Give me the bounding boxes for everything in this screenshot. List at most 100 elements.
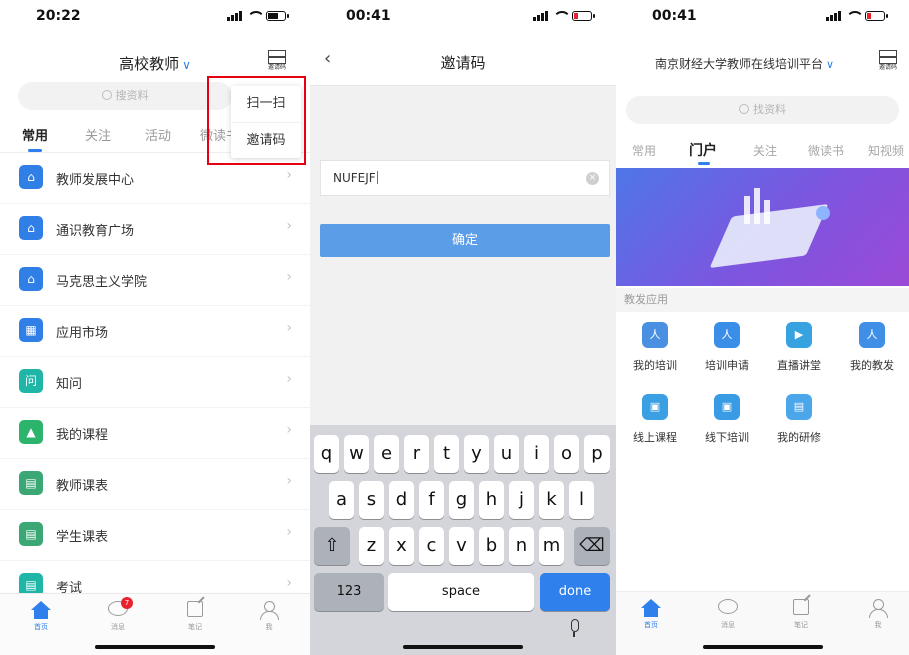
key-e[interactable]: e <box>374 435 399 473</box>
app-my-training[interactable]: 人 我的培训 <box>620 322 690 373</box>
tab-follow[interactable]: 关注 <box>85 125 111 144</box>
key-r[interactable]: r <box>404 435 429 473</box>
key-n[interactable]: n <box>509 527 534 565</box>
invite-code-button[interactable]: 邀请码 <box>266 50 288 74</box>
app-offline-training[interactable]: ▣ 线下培训 <box>692 394 762 445</box>
key-c[interactable]: c <box>419 527 444 565</box>
graduation-cap-icon: ▲ <box>19 420 43 444</box>
app-live-lecture[interactable]: ▶ 直播讲堂 <box>764 322 834 373</box>
key-h[interactable]: h <box>479 481 504 519</box>
clear-icon[interactable]: × <box>586 172 599 185</box>
page-title: 邀请码 <box>440 54 486 72</box>
key-t[interactable]: t <box>434 435 459 473</box>
tabbar-label: 我 <box>265 623 273 631</box>
key-numbers[interactable]: 123 <box>314 573 384 611</box>
scan-caption: 邀请码 <box>878 64 897 71</box>
tabbar-label: 笔记 <box>188 623 202 631</box>
key-g[interactable]: g <box>449 481 474 519</box>
chevron-down-icon: ∨ <box>825 58 835 71</box>
key-k[interactable]: k <box>539 481 564 519</box>
unit-switcher[interactable]: 南京财经大学教师在线培训平台 ∨ <box>616 55 873 72</box>
screen-icon: ▣ <box>642 394 668 420</box>
key-shift[interactable]: ⇧ <box>314 527 350 565</box>
key-m[interactable]: m <box>539 527 564 565</box>
search-placeholder: 找资料 <box>753 103 786 116</box>
invite-code-input[interactable]: NUFEJF × <box>320 160 610 196</box>
tabbar-messages[interactable]: 消息 <box>703 599 753 630</box>
app-my-development[interactable]: 人 我的教发 <box>837 322 907 373</box>
status-icons <box>533 10 595 21</box>
status-bar: 00:41 <box>310 0 616 34</box>
tab-active-indicator <box>698 162 710 165</box>
invite-code-button[interactable]: 邀请码 <box>877 50 899 72</box>
key-f[interactable]: f <box>419 481 444 519</box>
key-y[interactable]: y <box>464 435 489 473</box>
tabbar-messages[interactable]: 7 消息 <box>93 597 143 632</box>
key-space[interactable]: space <box>388 573 534 611</box>
app-my-study[interactable]: ▤ 我的研修 <box>764 394 834 445</box>
scan-icon <box>268 50 286 64</box>
key-delete[interactable]: ⌫ <box>574 527 610 565</box>
chevron-right-icon: › <box>286 218 292 234</box>
key-j[interactable]: j <box>509 481 534 519</box>
search-icon <box>739 104 749 114</box>
key-p[interactable]: p <box>584 435 610 473</box>
keyboard-row-1: q w e r t y u i o p <box>310 435 616 473</box>
tab-common[interactable]: 常用 <box>632 142 656 159</box>
list-item-label: 我的课程 <box>56 428 109 443</box>
tabbar-label: 首页 <box>34 623 48 631</box>
list-item[interactable]: ▤ 学生课表 › <box>0 510 310 561</box>
tabbar-home[interactable]: 首页 <box>16 601 66 632</box>
unit-switcher[interactable]: 高校教师 ∨ <box>0 53 310 74</box>
status-time: 20:22 <box>36 8 81 24</box>
list-item[interactable]: ⌂ 通识教育广场 › <box>0 204 310 255</box>
list-item[interactable]: ▦ 应用市场 › <box>0 306 310 357</box>
key-a[interactable]: a <box>329 481 354 519</box>
message-icon <box>718 599 738 617</box>
search-input[interactable]: 找资料 <box>626 96 899 124</box>
tab-video[interactable]: 知视频 <box>868 142 904 159</box>
key-b[interactable]: b <box>479 527 504 565</box>
key-w[interactable]: w <box>344 435 369 473</box>
banner-image[interactable] <box>616 168 909 286</box>
tab-activity[interactable]: 活动 <box>145 125 171 144</box>
home-icon: ⌂ <box>19 267 43 291</box>
key-d[interactable]: d <box>389 481 414 519</box>
list-item[interactable]: 问 知问 › <box>0 357 310 408</box>
key-l[interactable]: l <box>569 481 594 519</box>
key-s[interactable]: s <box>359 481 384 519</box>
key-x[interactable]: x <box>389 527 414 565</box>
tab-weidushu[interactable]: 微读书 <box>808 142 844 159</box>
panel-portal: 00:41 南京财经大学教师在线培训平台 ∨ 邀请码 找资料 常用 门户 关注 微… <box>616 0 909 655</box>
key-u[interactable]: u <box>494 435 519 473</box>
search-input[interactable]: 搜资料 <box>18 82 232 110</box>
list-item[interactable]: ⌂ 马克思主义学院 › <box>0 255 310 306</box>
key-z[interactable]: z <box>359 527 384 565</box>
tabbar-notes[interactable]: 笔记 <box>776 599 826 630</box>
app-list: ⌂ 教师发展中心 › ⌂ 通识教育广场 › ⌂ 马克思主义学院 › ▦ 应用市场… <box>0 153 310 612</box>
key-i[interactable]: i <box>524 435 549 473</box>
tab-common[interactable]: 常用 <box>22 125 48 144</box>
scan-caption: 邀请码 <box>267 64 286 71</box>
tabbar-home[interactable]: 首页 <box>626 599 676 630</box>
tabbar-notes[interactable]: 笔记 <box>170 601 220 632</box>
tabbar-me[interactable]: 我 <box>853 599 903 630</box>
list-item[interactable]: ▤ 教师课表 › <box>0 459 310 510</box>
battery-icon <box>266 10 289 21</box>
microphone-icon[interactable] <box>568 619 580 637</box>
tab-follow[interactable]: 关注 <box>753 142 777 159</box>
key-o[interactable]: o <box>554 435 579 473</box>
key-done[interactable]: done <box>540 573 610 611</box>
tabbar-me[interactable]: 我 <box>244 601 294 632</box>
confirm-button[interactable]: 确定 <box>320 224 610 257</box>
nav-bar: ‹ 邀请码 <box>310 34 616 86</box>
app-training-apply[interactable]: 人 培训申请 <box>692 322 762 373</box>
tab-portal[interactable]: 门户 <box>689 140 717 160</box>
profile-icon <box>868 599 888 618</box>
app-online-course[interactable]: ▣ 线上课程 <box>620 394 690 445</box>
key-v[interactable]: v <box>449 527 474 565</box>
home-indicator <box>702 645 823 649</box>
list-item[interactable]: ▲ 我的课程 › <box>0 408 310 459</box>
key-q[interactable]: q <box>314 435 339 473</box>
text-caret <box>376 171 378 184</box>
